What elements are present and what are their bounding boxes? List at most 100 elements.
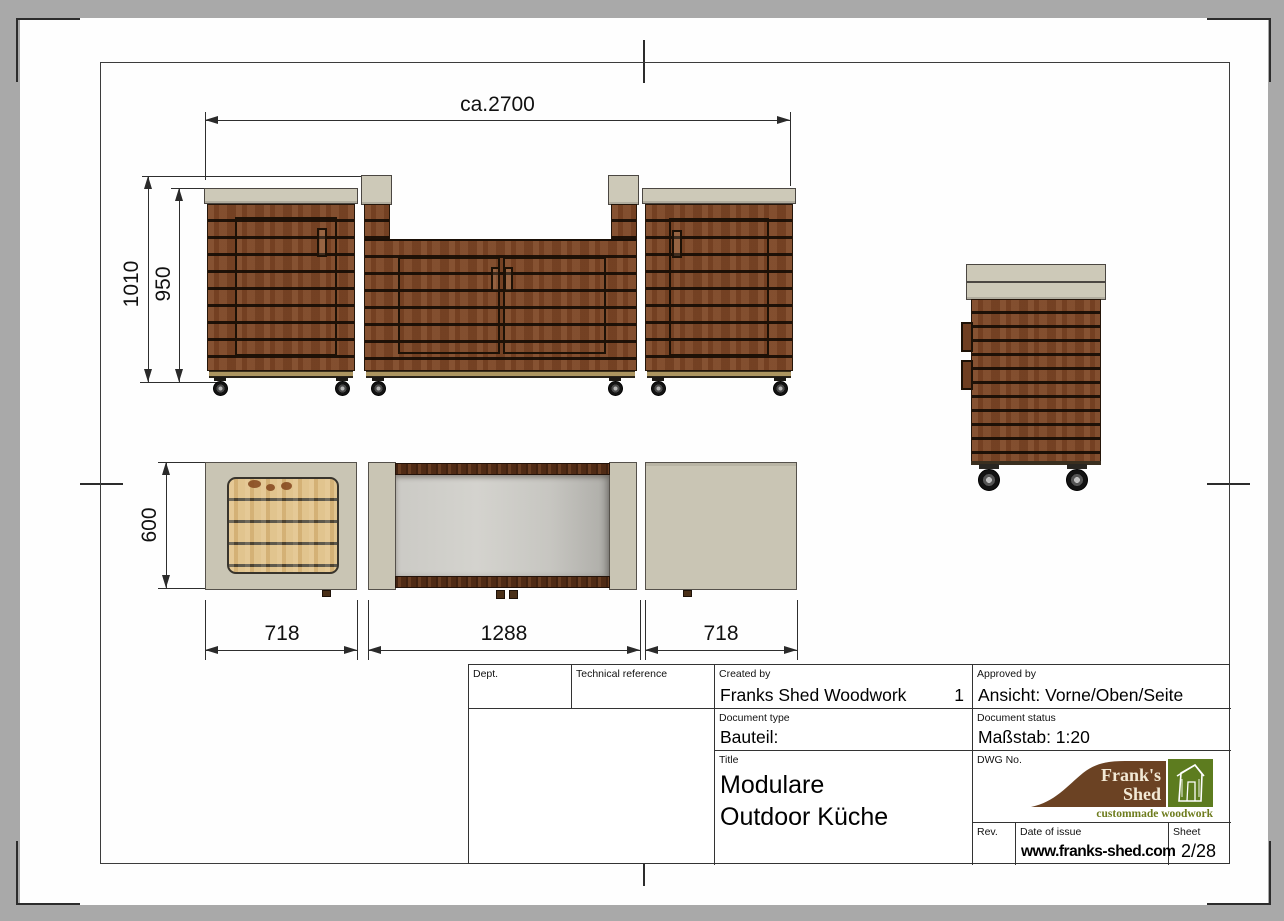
caster [334, 377, 350, 397]
dim-arrow [777, 116, 790, 124]
dim-arrow [205, 646, 218, 654]
base-strip [366, 371, 635, 378]
caster [212, 377, 228, 397]
dwg-label: DWG No. [977, 754, 1022, 766]
cell-approved-by: Approved by Ansicht: Vorne/Oben/Seite [973, 665, 1231, 709]
sheet-number: 2/28 [1181, 841, 1216, 862]
trim-mark-bottom-right [1207, 903, 1271, 905]
countertop [642, 188, 796, 204]
post-left [364, 204, 390, 242]
dim-arrow [175, 369, 183, 382]
cell-dept: Dept. [469, 665, 572, 709]
trim-mark-bottom-left [16, 903, 80, 905]
doc-type-label: Document type [719, 712, 790, 724]
cabinet-body-side [971, 299, 1101, 464]
dim-line-width [205, 120, 790, 121]
cell-sheet: Sheet 2/28 [1169, 823, 1231, 865]
dim-arrow [162, 575, 170, 588]
tech-ref-label: Technical reference [576, 668, 667, 680]
cell-doc-status: Document status Maßstab: 1:20 [973, 709, 1231, 751]
post-cap-left [361, 175, 392, 205]
cell-date-of-issue: Date of issue www.franks-shed.com [1016, 823, 1169, 865]
post-right [611, 204, 637, 242]
base-strip [647, 371, 791, 378]
cabinet-door [669, 218, 769, 356]
dim-line-height-total [148, 176, 149, 382]
door-handle [317, 228, 327, 257]
side-handle [961, 322, 973, 352]
dim-arrow [368, 646, 381, 654]
wood-knot [266, 484, 275, 491]
caster [1063, 464, 1093, 490]
dim-text-1288: 1288 [454, 622, 554, 646]
caster [370, 377, 386, 397]
dim-arrow [144, 176, 152, 189]
rev-label: Rev. [977, 826, 998, 838]
cell-dwg-no: DWG No. Frank's Shed custommade woodwork [973, 751, 1231, 823]
drawing-title-line2: Outdoor Küche [720, 803, 888, 832]
caster [607, 377, 623, 397]
dim-text-718-right: 718 [677, 622, 765, 646]
created-by-value: Franks Shed Woodwork [720, 685, 906, 706]
dim-ext-line [640, 600, 641, 660]
dim-ext-line [790, 112, 791, 186]
caster-tab [496, 590, 505, 599]
caster [650, 377, 666, 397]
cell-empty-left [469, 709, 715, 865]
shed-icon [1168, 759, 1213, 807]
sheet-label: Sheet [1173, 826, 1200, 838]
dim-line-height-body [179, 188, 180, 382]
trim-mark-bottom-right-v [1269, 841, 1271, 905]
dim-ext-line [140, 382, 218, 383]
grill-door-right [503, 257, 606, 354]
dim-ext-line [142, 176, 362, 177]
dim-ext-line [158, 588, 205, 589]
dim-arrow [162, 462, 170, 475]
caster-tab [509, 590, 518, 599]
wood-edge-top [395, 463, 610, 475]
door-handle [504, 267, 513, 292]
dim-arrow [344, 646, 357, 654]
caster [772, 377, 788, 397]
pine-insert-panel [227, 477, 339, 574]
date-label: Date of issue [1020, 826, 1081, 838]
dim-arrow [645, 646, 658, 654]
created-by-label: Created by [719, 668, 770, 680]
dim-arrow [175, 188, 183, 201]
caster [975, 464, 1005, 490]
doc-status-value: Maßstab: 1:20 [978, 727, 1090, 748]
cell-rev: Rev. [973, 823, 1016, 865]
trim-mark-top-left-v [16, 18, 18, 82]
dim-arrow [627, 646, 640, 654]
cell-doc-type: Document type Bauteil: [715, 709, 973, 751]
module-top-surface [645, 462, 797, 590]
door-handle [491, 267, 500, 292]
title-block: Dept. Technical reference Created by Fra… [468, 664, 1230, 864]
dim-line-1288 [368, 650, 640, 651]
wood-knot [248, 480, 261, 488]
door-handle [672, 230, 682, 258]
drawing-title-line1: Modulare [720, 771, 824, 800]
cell-tech-ref: Technical reference [572, 665, 715, 709]
cell-title: Title Modulare Outdoor Küche [715, 751, 973, 865]
dim-arrow [205, 116, 218, 124]
trim-mark-top-left [16, 18, 80, 20]
dim-text-718-left: 718 [238, 622, 326, 646]
wood-edge-bottom [395, 576, 610, 588]
approved-by-label: Approved by [977, 668, 1036, 680]
dim-line-718-right [645, 650, 797, 651]
dim-text-depth: 600 [138, 501, 162, 549]
dept-label: Dept. [473, 668, 498, 680]
grill-door-left [398, 257, 500, 354]
dim-line-depth [166, 462, 167, 588]
title-label: Title [719, 754, 738, 766]
wood-knot [281, 482, 292, 490]
drawing-sheet-viewport: ca.2700 1010 950 [0, 0, 1284, 921]
website-url: www.franks-shed.com [1021, 843, 1175, 861]
trim-mark-top-right [1207, 18, 1271, 20]
post-cap-right [608, 175, 639, 205]
dim-text-height-total: 1010 [120, 255, 144, 313]
dim-text-height-body: 950 [152, 261, 176, 307]
logo-name-line1: Frank's [1061, 766, 1161, 784]
post-top-left [368, 462, 396, 590]
